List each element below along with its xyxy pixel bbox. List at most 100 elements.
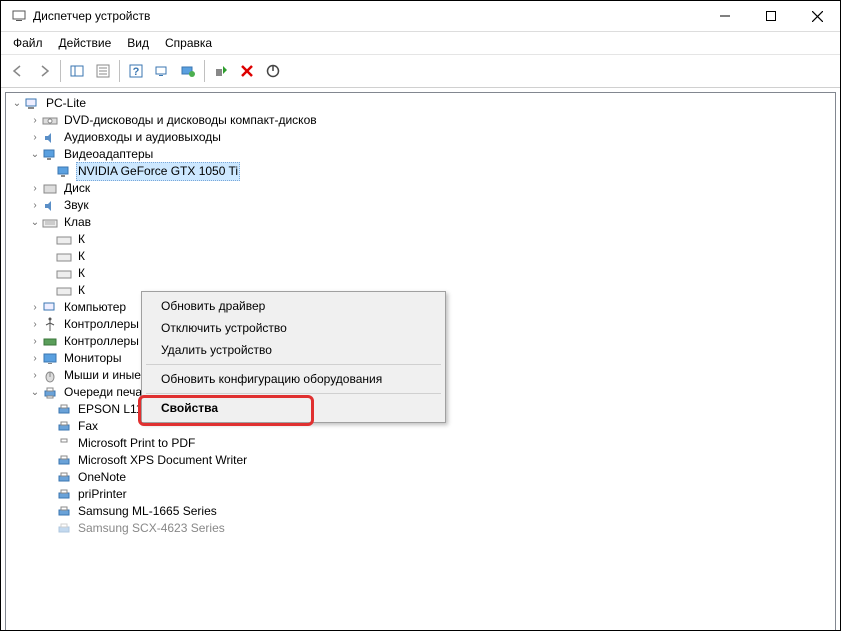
tree-node-printer[interactable]: Samsung SCX-4623 Series xyxy=(6,520,835,537)
computer-icon xyxy=(24,96,40,112)
tree-node-keyboard-item[interactable]: К xyxy=(6,265,835,282)
ctx-label: Обновить драйвер xyxy=(161,299,265,313)
printer-icon xyxy=(56,487,72,503)
expand-icon[interactable]: › xyxy=(28,112,42,129)
minimize-button[interactable] xyxy=(702,1,748,31)
ctx-separator xyxy=(146,393,441,394)
back-button[interactable] xyxy=(5,58,31,84)
tree-label: Компьютер xyxy=(62,299,128,316)
ctx-properties[interactable]: Свойства xyxy=(145,397,442,419)
tree-node-dvd[interactable]: › DVD-дисководы и дисководы компакт-диск… xyxy=(6,112,835,129)
tree-node-printer[interactable]: Microsoft XPS Document Writer xyxy=(6,452,835,469)
tree-label: DVD-дисководы и дисководы компакт-дисков xyxy=(62,112,319,129)
collapse-icon[interactable]: ⌄ xyxy=(28,146,42,163)
keyboard-icon xyxy=(56,266,72,282)
tree-node-printer[interactable]: priPrinter xyxy=(6,486,835,503)
menu-action[interactable]: Действие xyxy=(51,34,120,52)
keyboard-icon xyxy=(42,215,58,231)
ctx-update-driver[interactable]: Обновить драйвер xyxy=(145,295,442,317)
svg-text:?: ? xyxy=(133,66,140,78)
enable-device-button[interactable] xyxy=(208,58,234,84)
tree-node-video[interactable]: ⌄ Видеоадаптеры xyxy=(6,146,835,163)
tree-node-disks[interactable]: › Диск xyxy=(6,180,835,197)
tree-label: Видеоадаптеры xyxy=(62,146,155,163)
uninstall-device-button[interactable] xyxy=(234,58,260,84)
ctx-remove-device[interactable]: Удалить устройство xyxy=(145,339,442,361)
window-buttons xyxy=(702,1,840,31)
expand-icon[interactable]: › xyxy=(28,367,42,384)
collapse-icon[interactable]: ⌄ xyxy=(28,214,42,231)
printer-icon xyxy=(56,453,72,469)
tree-root[interactable]: ⌄ PC-Lite xyxy=(6,95,835,112)
collapse-icon[interactable]: ⌄ xyxy=(10,95,24,112)
tree-node-printer[interactable]: OneNote xyxy=(6,469,835,486)
context-menu: Обновить драйвер Отключить устройство Уд… xyxy=(141,291,446,423)
ctx-label: Свойства xyxy=(161,401,218,415)
properties-button[interactable] xyxy=(90,58,116,84)
menubar: Файл Действие Вид Справка xyxy=(1,32,840,55)
menu-help[interactable]: Справка xyxy=(157,34,220,52)
tree-label: Microsoft XPS Document Writer xyxy=(76,452,249,469)
tree-label: Samsung ML-1665 Series xyxy=(76,503,219,520)
computer-icon xyxy=(42,300,58,316)
disable-device-button[interactable] xyxy=(260,58,286,84)
tree-node-printer[interactable]: Microsoft Print to PDF xyxy=(6,435,835,452)
close-button[interactable] xyxy=(794,1,840,31)
expand-icon[interactable]: › xyxy=(28,350,42,367)
tree-label: К xyxy=(76,282,87,299)
ctx-separator xyxy=(146,364,441,365)
disc-drive-icon xyxy=(42,113,58,129)
tree-node-keyboard-item[interactable]: К xyxy=(6,248,835,265)
ctx-label: Удалить устройство xyxy=(161,343,272,357)
sound-icon xyxy=(42,198,58,214)
tree-label: Samsung SCX-4623 Series xyxy=(76,520,227,537)
disk-icon xyxy=(42,181,58,197)
tree-node-printer[interactable]: Samsung ML-1665 Series xyxy=(6,503,835,520)
expand-icon[interactable]: › xyxy=(28,129,42,146)
maximize-button[interactable] xyxy=(748,1,794,31)
tree-node-keyboards[interactable]: ⌄ Клав xyxy=(6,214,835,231)
printer-icon xyxy=(56,504,72,520)
storage-controller-icon xyxy=(42,334,58,350)
tree-label: К xyxy=(76,248,87,265)
tree-node-gpu[interactable]: NVIDIA GeForce GTX 1050 Ti xyxy=(6,163,835,180)
ctx-scan-hardware[interactable]: Обновить конфигурацию оборудования xyxy=(145,368,442,390)
expand-icon[interactable]: › xyxy=(28,180,42,197)
tree-label-selected: NVIDIA GeForce GTX 1050 Ti xyxy=(76,162,240,181)
display-adapter-icon xyxy=(42,147,58,163)
keyboard-icon xyxy=(56,283,72,299)
tree-label: Fax xyxy=(76,418,100,435)
scan-hardware-button[interactable] xyxy=(149,58,175,84)
app-icon xyxy=(11,8,27,24)
tree-node-keyboard-item[interactable]: К xyxy=(6,231,835,248)
window-title: Диспетчер устройств xyxy=(33,9,702,23)
toolbar-separator xyxy=(119,60,120,82)
keyboard-icon xyxy=(56,232,72,248)
monitor-icon xyxy=(42,351,58,367)
mouse-icon xyxy=(42,368,58,384)
expand-icon[interactable]: › xyxy=(28,197,42,214)
printer-icon xyxy=(56,470,72,486)
forward-button[interactable] xyxy=(31,58,57,84)
expand-icon[interactable]: › xyxy=(28,333,42,350)
tree-label: К xyxy=(76,265,87,282)
menu-view[interactable]: Вид xyxy=(119,34,157,52)
tree-label: Мониторы xyxy=(62,350,123,367)
update-driver-button[interactable] xyxy=(175,58,201,84)
expand-icon[interactable]: › xyxy=(28,316,42,333)
printer-icon xyxy=(56,521,72,537)
expand-icon[interactable]: › xyxy=(28,299,42,316)
ctx-label: Отключить устройство xyxy=(161,321,287,335)
show-hide-tree-button[interactable] xyxy=(64,58,90,84)
collapse-icon[interactable]: ⌄ xyxy=(28,384,42,401)
tree-node-audio[interactable]: › Аудиовходы и аудиовыходы xyxy=(6,129,835,146)
help-button[interactable]: ? xyxy=(123,58,149,84)
toolbar-separator xyxy=(204,60,205,82)
tree-label: Диск xyxy=(62,180,92,197)
tree-node-sound[interactable]: › Звук xyxy=(6,197,835,214)
tree-label: PC-Lite xyxy=(44,95,88,112)
ctx-disable-device[interactable]: Отключить устройство xyxy=(145,317,442,339)
tree-label: Microsoft Print to PDF xyxy=(76,435,197,452)
printer-icon xyxy=(42,385,58,401)
menu-file[interactable]: Файл xyxy=(5,34,51,52)
